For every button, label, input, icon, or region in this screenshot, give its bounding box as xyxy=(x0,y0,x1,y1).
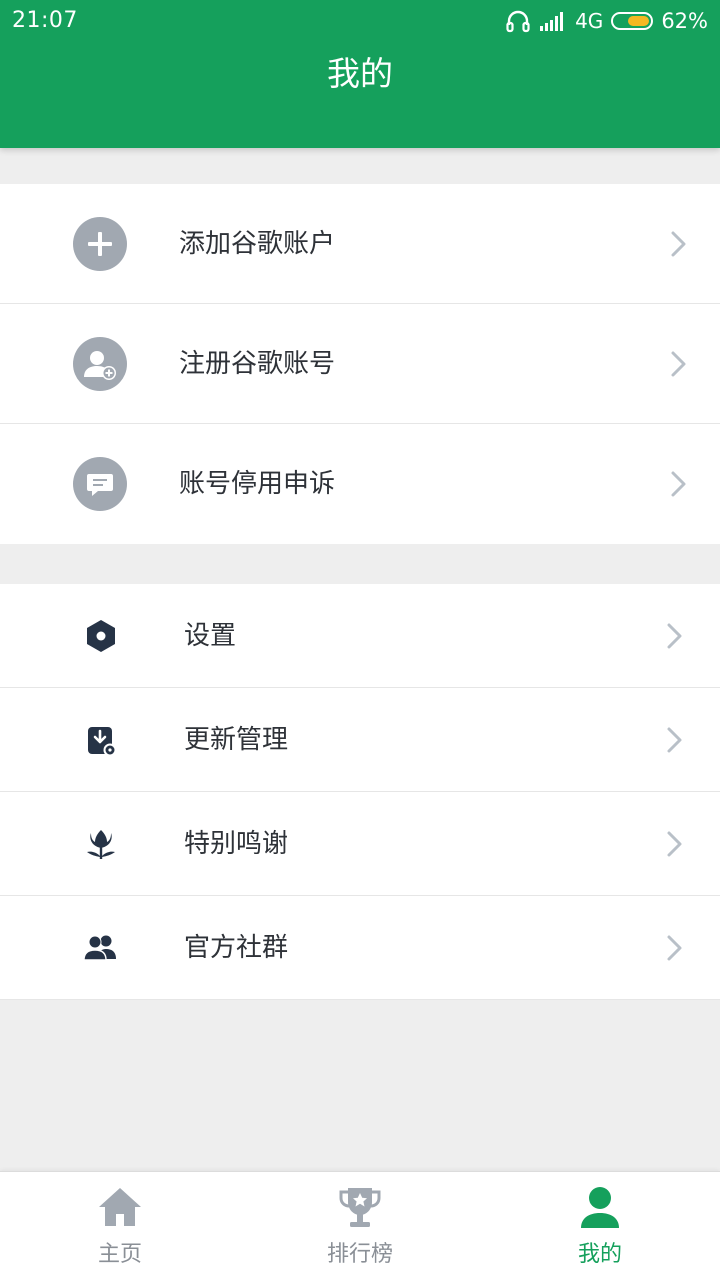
account-section: 添加谷歌账户 注册谷歌账号 账号停用申诉 xyxy=(0,184,720,544)
download-update-icon xyxy=(81,720,121,760)
menu-item-official-community[interactable]: 官方社群 xyxy=(0,896,720,1000)
battery-percent: 62% xyxy=(661,9,708,33)
home-icon xyxy=(95,1182,145,1232)
menu-item-add-google-account[interactable]: 添加谷歌账户 xyxy=(0,184,720,304)
tulip-icon xyxy=(81,824,121,864)
chevron-right-icon xyxy=(666,229,690,259)
menu-item-account-appeal[interactable]: 账号停用申诉 xyxy=(0,424,720,544)
tab-ranking[interactable]: 排行榜 xyxy=(240,1172,480,1281)
person-icon xyxy=(575,1182,625,1232)
settings-section: 设置 更新管理 特别鸣谢 官方社群 xyxy=(0,584,720,1000)
signal-icon xyxy=(539,10,567,32)
tab-label: 我的 xyxy=(577,1242,622,1267)
tab-mine[interactable]: 我的 xyxy=(480,1172,720,1281)
menu-item-label: 添加谷歌账户 xyxy=(179,229,336,259)
page-title: 我的 xyxy=(327,54,393,93)
message-icon xyxy=(73,457,127,511)
headphones-icon xyxy=(505,8,531,34)
chevron-right-icon xyxy=(666,469,690,499)
battery-icon xyxy=(611,12,654,30)
menu-item-label: 更新管理 xyxy=(184,725,289,755)
menu-item-label: 设置 xyxy=(184,621,237,651)
status-indicators: 4G 62% xyxy=(505,6,708,36)
app-header: 21:07 4G 62% 我的 xyxy=(0,0,720,148)
menu-item-label: 注册谷歌账号 xyxy=(179,349,336,379)
chevron-right-icon xyxy=(662,829,686,859)
menu-item-special-thanks[interactable]: 特别鸣谢 xyxy=(0,792,720,896)
chevron-right-icon xyxy=(662,725,686,755)
settings-hex-icon xyxy=(81,616,121,656)
status-bar: 21:07 4G 62% xyxy=(0,0,720,44)
tab-label: 排行榜 xyxy=(326,1242,393,1267)
chevron-right-icon xyxy=(666,349,690,379)
menu-item-label: 特别鸣谢 xyxy=(184,829,289,859)
menu-item-label: 官方社群 xyxy=(184,933,289,963)
status-time: 21:07 xyxy=(12,8,78,33)
battery-level xyxy=(628,16,650,26)
bottom-tab-bar: 主页 排行榜 我的 xyxy=(0,1171,720,1281)
menu-item-settings[interactable]: 设置 xyxy=(0,584,720,688)
group-icon xyxy=(81,928,121,968)
chevron-right-icon xyxy=(662,933,686,963)
add-user-icon xyxy=(73,337,127,391)
menu-item-register-google-account[interactable]: 注册谷歌账号 xyxy=(0,304,720,424)
trophy-icon xyxy=(335,1182,385,1232)
tab-home[interactable]: 主页 xyxy=(0,1172,240,1281)
menu-item-update-management[interactable]: 更新管理 xyxy=(0,688,720,792)
add-circle-icon xyxy=(73,217,127,271)
tab-label: 主页 xyxy=(97,1242,142,1267)
network-type: 4G xyxy=(575,9,604,33)
menu-item-label: 账号停用申诉 xyxy=(179,469,336,499)
chevron-right-icon xyxy=(662,621,686,651)
